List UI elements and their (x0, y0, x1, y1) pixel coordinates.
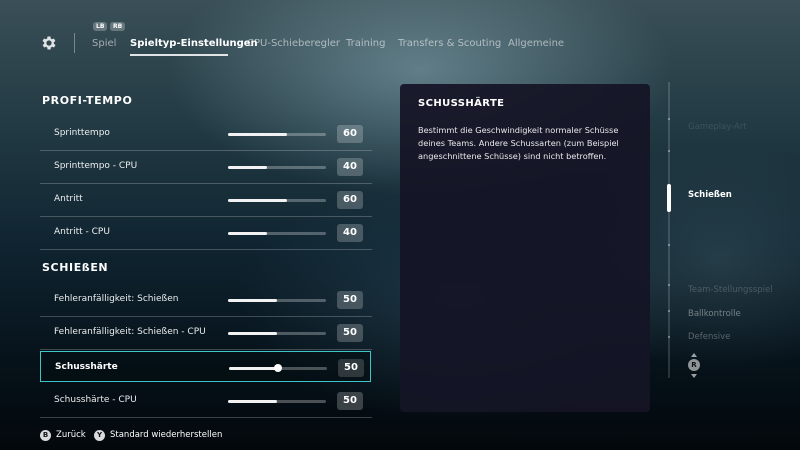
description-body: Bestimmt die Geschwindigkeit normaler Sc… (418, 125, 619, 161)
b-button-icon: B (40, 429, 51, 441)
slider-fill (228, 232, 268, 235)
setting-value: 60 (337, 191, 363, 209)
slider-fill (228, 332, 277, 335)
setting-label: Sprinttempo (54, 128, 110, 138)
setting-label: Antritt - CPU (54, 227, 110, 237)
slider-fill (228, 299, 277, 302)
setting-label: Schusshärte - CPU (54, 395, 137, 405)
description-title: SCHUSSHÄRTE (418, 98, 505, 109)
setting-row-fehleranfaelligkeit-schiessen[interactable]: Fehleranfälligkeit: Schießen 50 (40, 284, 372, 317)
category-tick (668, 284, 670, 286)
tab-spiel[interactable]: Spiel (92, 38, 116, 49)
setting-value: 60 (337, 125, 363, 143)
right-stick-scroll-icon[interactable]: R (688, 359, 700, 371)
y-button-icon: Y (94, 429, 105, 441)
tab-training[interactable]: Training (346, 38, 385, 49)
setting-row-schusshaerte[interactable]: Schusshärte 50 (40, 351, 371, 382)
category-item-team-stellungsspiel[interactable]: Team-Stellungsspiel (688, 285, 773, 295)
tab-cpu-schieberegler[interactable]: CPU-Schieberegler (247, 38, 340, 49)
setting-row-sprinttempo[interactable]: Sprinttempo 60 (40, 118, 372, 151)
setting-slider[interactable] (229, 364, 327, 372)
setting-row-antritt-cpu[interactable]: Antritt - CPU 40 (40, 217, 372, 250)
category-item-gameplay-art[interactable]: Gameplay-Art (688, 122, 747, 132)
tab-allgemeine[interactable]: Allgemeine (508, 38, 564, 49)
tab-spieltyp-einstellungen[interactable]: Spieltyp-Einstellungen (130, 38, 258, 49)
scroll-down-arrow-icon (691, 374, 697, 378)
slider-fill (228, 166, 268, 169)
setting-row-antritt[interactable]: Antritt 60 (40, 184, 372, 217)
setting-value: 50 (337, 324, 363, 342)
category-active-indicator (667, 184, 671, 212)
category-tick (668, 310, 670, 312)
active-tab-indicator (130, 54, 228, 56)
description-panel: SCHUSSHÄRTE Bestimmt die Geschwindigkeit… (400, 84, 650, 412)
section-title-schiessen: SCHIEßEN (42, 261, 109, 274)
setting-row-fehleranfaelligkeit-schiessen-cpu[interactable]: Fehleranfälligkeit: Schießen - CPU 50 (40, 317, 372, 350)
category-item-defensive[interactable]: Defensive (688, 332, 730, 342)
setting-label: Antritt (54, 194, 83, 204)
slider-fill (228, 133, 287, 136)
category-rail (668, 82, 670, 378)
setting-row-sprinttempo-cpu[interactable]: Sprinttempo - CPU 40 (40, 151, 372, 184)
back-label: Zurück (56, 430, 86, 440)
category-tick (668, 118, 670, 120)
section-title-profi-tempo: PROFI-TEMPO (42, 94, 133, 107)
back-button[interactable]: B Zurück (40, 428, 86, 442)
setting-label: Fehleranfälligkeit: Schießen - CPU (54, 327, 206, 337)
setting-value: 50 (338, 359, 364, 377)
setting-label: Schusshärte (55, 362, 118, 372)
setting-slider[interactable] (228, 332, 326, 335)
top-navigation: LB RB Spiel Spieltyp-Einstellungen CPU-S… (0, 0, 800, 70)
slider-fill (228, 400, 277, 403)
setting-slider[interactable] (228, 400, 326, 403)
category-tick (668, 336, 670, 338)
reset-defaults-button[interactable]: Y Standard wiederherstellen (94, 428, 222, 442)
scroll-up-arrow-icon (691, 353, 697, 357)
setting-value: 50 (337, 392, 363, 410)
slider-thumb[interactable] (274, 364, 282, 372)
setting-label: Fehleranfälligkeit: Schießen (54, 294, 179, 304)
setting-slider[interactable] (228, 133, 326, 136)
nav-divider (74, 33, 75, 53)
rb-bumper-icon[interactable]: RB (110, 22, 126, 31)
setting-label: Sprinttempo - CPU (54, 161, 138, 171)
setting-value: 40 (337, 158, 363, 176)
setting-row-schusshaerte-cpu[interactable]: Schusshärte - CPU 50 (40, 385, 372, 418)
tab-transfers-scouting[interactable]: Transfers & Scouting (398, 38, 501, 49)
category-tick (668, 150, 670, 152)
setting-slider[interactable] (228, 232, 326, 235)
category-item-schiessen[interactable]: Schießen (688, 190, 732, 200)
setting-value: 40 (337, 224, 363, 242)
setting-slider[interactable] (228, 166, 326, 169)
reset-defaults-label: Standard wiederherstellen (110, 430, 223, 440)
slider-fill (229, 367, 278, 370)
setting-slider[interactable] (228, 199, 326, 202)
lb-bumper-icon[interactable]: LB (93, 22, 108, 31)
gear-icon[interactable] (40, 34, 58, 52)
category-tick (668, 244, 670, 246)
setting-slider[interactable] (228, 299, 326, 302)
setting-value: 50 (337, 291, 363, 309)
slider-fill (228, 199, 287, 202)
category-item-ballkontrolle[interactable]: Ballkontrolle (688, 309, 741, 319)
